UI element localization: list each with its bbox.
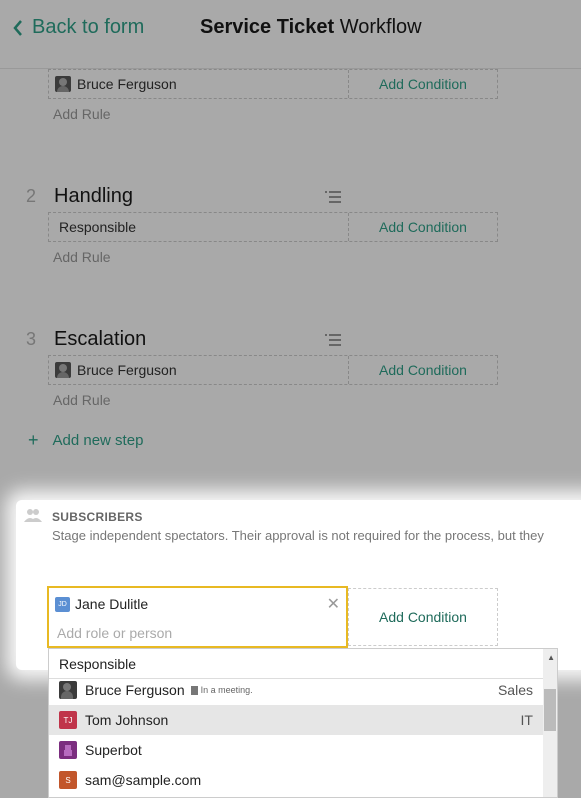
add-condition-button[interactable]: Add Condition	[349, 70, 497, 98]
avatar	[55, 362, 71, 378]
scroll-thumb[interactable]	[544, 689, 556, 731]
step-name[interactable]: Escalation	[54, 328, 146, 351]
status-icon	[190, 685, 198, 695]
back-label: Back to form	[32, 16, 145, 38]
rule-assignee[interactable]: Bruce Ferguson	[49, 356, 349, 384]
avatar	[59, 681, 77, 699]
rule-assignee[interactable]: Bruce Ferguson	[49, 70, 349, 98]
avatar	[55, 76, 71, 92]
avatar: TJ	[59, 711, 77, 729]
step2-rule-row: Responsible Add Condition	[48, 212, 498, 242]
add-role-or-person-input[interactable]	[55, 624, 319, 642]
step1-rule-row: Bruce Ferguson Add Condition	[48, 69, 498, 99]
step-number: 3	[26, 329, 37, 349]
page-title: Service Ticket Workflow	[200, 16, 422, 38]
step3-rule-row: Bruce Ferguson Add Condition	[48, 355, 498, 385]
department-label: IT	[520, 712, 533, 728]
person-dropdown: Responsible Bruce Ferguson In a meeting.…	[48, 648, 558, 798]
step-number: 2	[26, 186, 37, 206]
top-bar: Back to form Service Ticket Workflow	[0, 0, 581, 69]
list-menu-icon[interactable]	[325, 190, 341, 204]
status-badge: In a meeting.	[190, 685, 253, 695]
list-menu-icon[interactable]	[325, 333, 341, 347]
bot-icon	[59, 741, 77, 759]
plus-icon: +	[28, 430, 39, 450]
subscriber-picker[interactable]: JD Jane Dulitle ✕	[47, 586, 348, 648]
close-icon[interactable]: ✕	[327, 594, 340, 614]
avatar: S	[59, 771, 77, 789]
add-rule-link[interactable]: Add Rule	[53, 249, 111, 265]
chevron-left-icon	[13, 19, 22, 36]
subscribers-description: Stage independent spectators. Their appr…	[52, 528, 544, 543]
dropdown-option-bot[interactable]: Superbot	[49, 735, 543, 765]
back-to-form-link[interactable]: Back to form	[12, 16, 144, 39]
add-condition-button[interactable]: Add Condition	[349, 356, 497, 384]
dropdown-scrollbar[interactable]: ▲	[543, 649, 557, 797]
add-rule-link[interactable]: Add Rule	[53, 392, 111, 408]
people-icon	[24, 509, 42, 522]
department-label: Sales	[497, 682, 533, 698]
add-condition-button[interactable]: Add Condition	[348, 588, 498, 646]
dropdown-option-person[interactable]: TJ Tom Johnson IT	[49, 705, 543, 735]
avatar: JD	[55, 596, 70, 612]
add-condition-button[interactable]: Add Condition	[349, 213, 497, 241]
scroll-up-icon[interactable]: ▲	[547, 653, 555, 662]
subscriber-chip[interactable]: JD Jane Dulitle	[55, 596, 148, 612]
add-rule-link[interactable]: Add Rule	[53, 106, 111, 122]
subscribers-title: SUBSCRIBERS	[52, 510, 143, 524]
dropdown-option-email[interactable]: S sam@sample.com	[49, 765, 543, 795]
rule-assignee[interactable]: Responsible	[49, 213, 349, 241]
step-name[interactable]: Handling	[54, 185, 133, 208]
dropdown-option-person[interactable]: Bruce Ferguson In a meeting. Sales	[49, 675, 543, 705]
add-new-step-button[interactable]: + Add new step	[28, 430, 143, 451]
